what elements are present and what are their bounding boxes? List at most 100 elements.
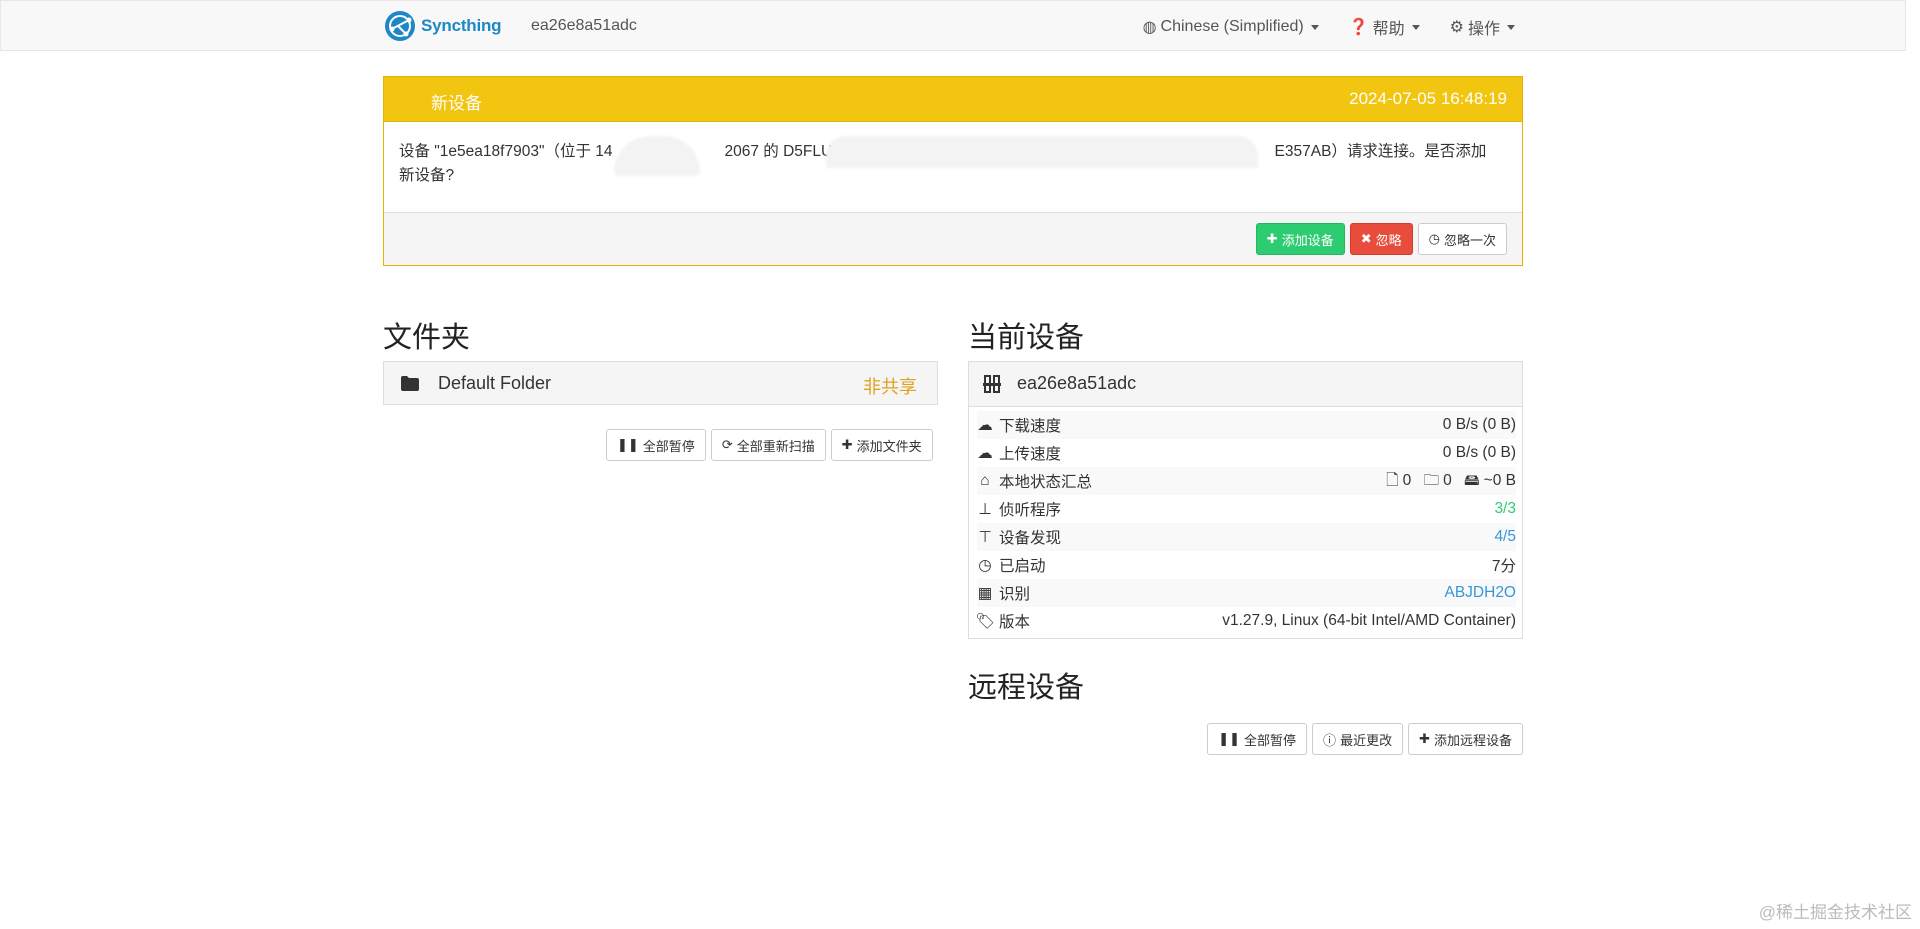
notice-message-part3: E357AB）请求连接。是否添加 (1274, 143, 1487, 160)
row-label: 已启动 (999, 558, 1046, 575)
globe-icon: ◍ (1142, 19, 1157, 36)
uptime-value: 7分 (1491, 558, 1516, 575)
local-state-value: 🗋 0 🗀 0 🖴 ~0 B (1386, 468, 1516, 495)
rescan-all-label: 全部重新扫描 (736, 438, 815, 454)
watermark: @稀土掘金技术社区 (1758, 903, 1912, 922)
folder-outline-icon: 🗀 (1423, 471, 1440, 489)
row-label: 侦听程序 (999, 502, 1062, 519)
server-icon (983, 375, 1001, 393)
add-device-label: 添加设备 (1281, 232, 1334, 248)
device-id-link[interactable]: ABJDH2O (1445, 584, 1517, 602)
add-remote-label: 添加远程设备 (1433, 732, 1512, 748)
notice-message-part2: 2067 的 D5FLUS (724, 143, 843, 160)
plus-icon: ✚ (841, 437, 853, 452)
row-value: 0 B/s (0 B) (1442, 444, 1516, 461)
add-folder-label: 添加文件夹 (856, 438, 922, 454)
dirs-count: 0 (1443, 472, 1452, 489)
download-rate-row: ☁ 下载速度 0 B/s (0 B) (977, 411, 1516, 439)
pause-all-label: 全部暂停 (1244, 732, 1297, 748)
signpost-icon: ⊤ (978, 528, 992, 546)
listeners-row: ⊥ 侦听程序 3/3 (977, 495, 1516, 523)
pause-icon: ❚❚ (1218, 731, 1241, 746)
add-remote-device-button[interactable]: ✚ 添加远程设备 (1408, 723, 1523, 755)
dismiss-button[interactable]: ◷ 忽略一次 (1417, 223, 1507, 255)
refresh-icon: ⟳ (721, 437, 733, 452)
syncthing-logo-icon (385, 11, 415, 41)
pause-all-devices-button[interactable]: ❚❚ 全部暂停 (1207, 723, 1308, 755)
notice-footer: ✚ 添加设备 ✖ 忽略 ◷ 忽略一次 (384, 212, 1522, 265)
dismiss-label: 忽略一次 (1443, 232, 1496, 248)
recent-changes-label: 最近更改 (1340, 732, 1393, 748)
notice-message-part1: 设备 "1e5ea18f7903"（位于 14 (399, 143, 613, 160)
plus-icon: ✚ (1419, 731, 1430, 746)
cloud-download-icon: ☁ (977, 416, 993, 434)
this-device-name: ea26e8a51adc (1017, 373, 1137, 393)
row-value: 0 B/s (0 B) (1442, 416, 1516, 433)
close-icon: ✖ (1360, 231, 1372, 246)
pause-all-label: 全部暂停 (642, 438, 695, 454)
clock-icon: ◷ (1428, 231, 1440, 246)
folders-heading: 文件夹 (383, 322, 471, 354)
this-device-panel: ea26e8a51adc ☁ 下载速度 0 B/s (0 B) ☁ 上传速度 0… (968, 361, 1523, 639)
upload-rate-row: ☁ 上传速度 0 B/s (0 B) (977, 439, 1516, 467)
hdd-icon: 🖴 (1464, 471, 1480, 489)
chevron-down-icon (1310, 24, 1319, 30)
row-label: 识别 (999, 586, 1031, 603)
recent-changes-button[interactable]: ⓘ 最近更改 (1312, 723, 1404, 755)
files-count: 0 (1402, 472, 1412, 489)
qrcode-icon: ▦ (977, 584, 993, 602)
gear-icon: ⚙ (1449, 19, 1464, 36)
add-device-button[interactable]: ✚ 添加设备 (1255, 223, 1345, 255)
uptime-row: ◷ 已启动 7分 (977, 551, 1516, 579)
help-menu[interactable]: ❓ 帮助 (1349, 15, 1420, 39)
notice-message: 设备 "1e5ea18f7903"（位于 14 2067 的 D5FLUS E357… (384, 122, 1522, 212)
discovery-value[interactable]: 4/5 (1494, 528, 1516, 546)
discovery-row: ⊤ 设备发现 4/5 (977, 523, 1516, 551)
actions-label: 操作 (1467, 21, 1500, 38)
ignore-label: 忽略 (1375, 232, 1402, 248)
file-icon: 🗋 (1386, 471, 1399, 489)
row-label: 版本 (999, 614, 1031, 631)
size-value: ~0 B (1483, 472, 1516, 489)
redaction-blur (826, 136, 1258, 168)
version-row: 🏷 版本 v1.27.9, Linux (64-bit Intel/AMD Co… (975, 607, 1516, 635)
version-value: v1.27.9, Linux (64-bit Intel/AMD Contain… (1222, 612, 1516, 629)
home-icon: ⌂ (980, 472, 990, 489)
info-icon: ⓘ (1323, 732, 1337, 748)
this-device-heading: 当前设备 (968, 322, 1085, 354)
row-label: 上传速度 (999, 446, 1062, 463)
question-icon: ❓ (1348, 19, 1369, 36)
row-label: 设备发现 (999, 530, 1062, 547)
language-label: Chinese (Simplified) (1160, 18, 1304, 35)
clock-icon: ◷ (978, 556, 992, 574)
pause-icon: ❚❚ (617, 437, 639, 452)
folder-status: 非共享 (863, 377, 917, 397)
new-device-notice: 新设备 2024-07-05 16:48:19 设备 "1e5ea18f7903… (383, 76, 1523, 266)
folder-row[interactable]: Default Folder 非共享 (383, 361, 938, 405)
remote-devices-heading: 远程设备 (968, 672, 1085, 704)
add-folder-button[interactable]: ✚ 添加文件夹 (830, 429, 933, 461)
identification-row: ▦ 识别 ABJDH2O (977, 579, 1516, 607)
notice-header: 新设备 2024-07-05 16:48:19 (384, 77, 1522, 122)
language-menu[interactable]: ◍ Chinese (Simplified) (1143, 15, 1319, 39)
device-name: ea26e8a51adc (531, 17, 637, 34)
notice-message-part4: 新设备? (399, 167, 455, 184)
notice-title: 新设备 (431, 94, 482, 113)
pause-all-folders-button[interactable]: ❚❚ 全部暂停 (606, 429, 706, 461)
redaction-blur (614, 136, 700, 176)
actions-menu[interactable]: ⚙ 操作 (1450, 15, 1515, 39)
folder-icon (401, 376, 419, 391)
folder-name: Default Folder (438, 373, 552, 393)
plus-icon: ✚ (1266, 231, 1278, 246)
tag-icon: 🏷 (975, 612, 995, 630)
rescan-all-button[interactable]: ⟳ 全部重新扫描 (710, 429, 826, 461)
brand-name: Syncthing (421, 16, 502, 35)
ignore-button[interactable]: ✖ 忽略 (1349, 223, 1413, 255)
local-state-row: ⌂ 本地状态汇总 🗋 0 🗀 0 🖴 ~0 B (977, 467, 1516, 495)
brand[interactable]: Syncthing (384, 10, 502, 42)
this-device-header[interactable]: ea26e8a51adc (969, 362, 1522, 407)
row-label: 本地状态汇总 (999, 474, 1093, 491)
notice-time: 2024-07-05 16:48:19 (1349, 89, 1507, 108)
chevron-down-icon (1507, 24, 1515, 30)
listeners-value[interactable]: 3/3 (1494, 500, 1516, 518)
